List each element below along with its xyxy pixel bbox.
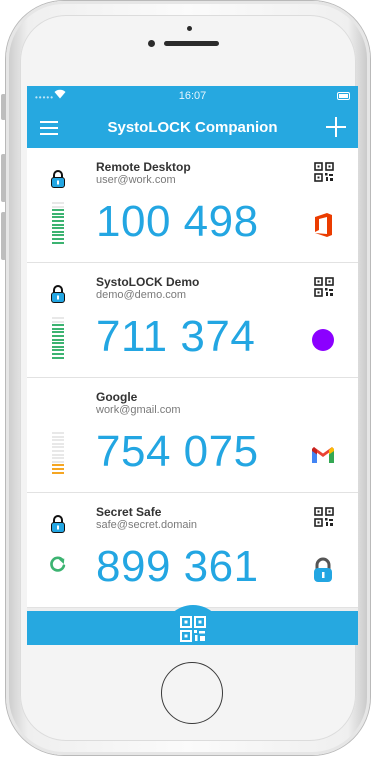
- qr-scan-icon: [180, 616, 206, 642]
- account-name: Remote Desktop: [96, 160, 191, 174]
- progress-segment: [52, 338, 64, 341]
- progress-segment: [52, 205, 64, 208]
- front-camera: [187, 26, 192, 31]
- progress-segment: [52, 327, 64, 330]
- progress-segment: [52, 230, 64, 233]
- lock-icon: [51, 170, 65, 188]
- purple-circle-icon: [312, 329, 334, 351]
- battery-icon: [337, 92, 350, 100]
- qr-code-icon[interactable]: [314, 507, 334, 527]
- account-card-secret-safe[interactable]: Secret Safe safe@secret.domain 899 361: [27, 493, 358, 608]
- progress-segment: [52, 464, 64, 467]
- proximity-sensor: [148, 40, 155, 47]
- progress-segment: [52, 209, 64, 212]
- lock-icon: [51, 285, 65, 303]
- progress-segment: [52, 457, 64, 460]
- progress-segment: [52, 353, 64, 355]
- progress-segment: [52, 349, 64, 352]
- account-name: Secret Safe: [96, 505, 162, 519]
- qr-code-icon[interactable]: [314, 162, 334, 182]
- account-name: SystoLOCK Demo: [96, 275, 200, 289]
- otp-code: 899 361: [96, 542, 259, 591]
- progress-segment: [52, 212, 64, 215]
- qr-code-icon[interactable]: [314, 277, 334, 297]
- lock-icon: [51, 515, 65, 533]
- progress-segment: [52, 432, 64, 434]
- progress-segment: [52, 439, 64, 442]
- progress-segment: [52, 223, 64, 226]
- progress-segment: [52, 238, 64, 240]
- account-name: Google: [96, 390, 138, 404]
- status-bar: ••••• 16:07: [27, 86, 358, 108]
- progress-segment: [52, 435, 64, 438]
- progress-segment: [52, 241, 64, 244]
- app-title: SystoLOCK Companion: [107, 119, 278, 136]
- progress-segment: [52, 324, 64, 327]
- progress-segment: [52, 468, 64, 470]
- progress-segment: [52, 453, 64, 456]
- account-card-google[interactable]: Google work@gmail.com 754 075: [27, 378, 358, 493]
- mute-switch: [1, 94, 6, 120]
- home-button[interactable]: [161, 662, 223, 724]
- earpiece-speaker: [164, 41, 219, 46]
- account-user: work@gmail.com: [96, 404, 181, 416]
- refresh-icon[interactable]: [49, 555, 67, 573]
- progress-segment: [52, 216, 64, 219]
- progress-segment: [52, 331, 64, 334]
- otp-code: 711 374: [96, 312, 256, 361]
- status-time: 16:07: [178, 90, 207, 102]
- volume-up-button: [1, 154, 6, 202]
- progress-segment: [52, 450, 64, 452]
- account-card-systolock-demo[interactable]: SystoLOCK Demo demo@demo.com 711 374: [27, 263, 358, 378]
- gmail-icon: [312, 447, 334, 463]
- progress-segment: [52, 335, 64, 337]
- progress-segment: [52, 317, 64, 319]
- progress-segment: [52, 356, 64, 359]
- otp-code: 754 075: [96, 427, 259, 476]
- nav-bar: SystoLOCK Companion: [27, 108, 358, 148]
- account-user: demo@demo.com: [96, 289, 187, 301]
- progress-segment: [52, 320, 64, 323]
- progress-segment: [52, 345, 64, 348]
- otp-code: 100 498: [96, 197, 259, 246]
- account-user: safe@secret.domain: [96, 519, 198, 531]
- volume-down-button: [1, 212, 6, 260]
- progress-segment: [52, 342, 64, 345]
- progress-segment: [52, 442, 64, 445]
- progress-segment: [52, 446, 64, 449]
- progress-segment: [52, 234, 64, 237]
- progress-segment: [52, 460, 64, 463]
- progress-segment: [52, 227, 64, 230]
- progress-segment: [52, 220, 64, 222]
- progress-segment: [52, 202, 64, 204]
- app-screen: ••••• 16:07 SystoLOCK Companion Remote D…: [27, 86, 358, 645]
- office-icon: [315, 213, 332, 237]
- progress-segment: [52, 471, 64, 474]
- lock-icon: [314, 557, 332, 582]
- add-account-icon[interactable]: [326, 117, 346, 137]
- account-card-remote-desktop[interactable]: Remote Desktop user@work.com 100 498: [27, 148, 358, 263]
- account-user: user@work.com: [96, 174, 176, 186]
